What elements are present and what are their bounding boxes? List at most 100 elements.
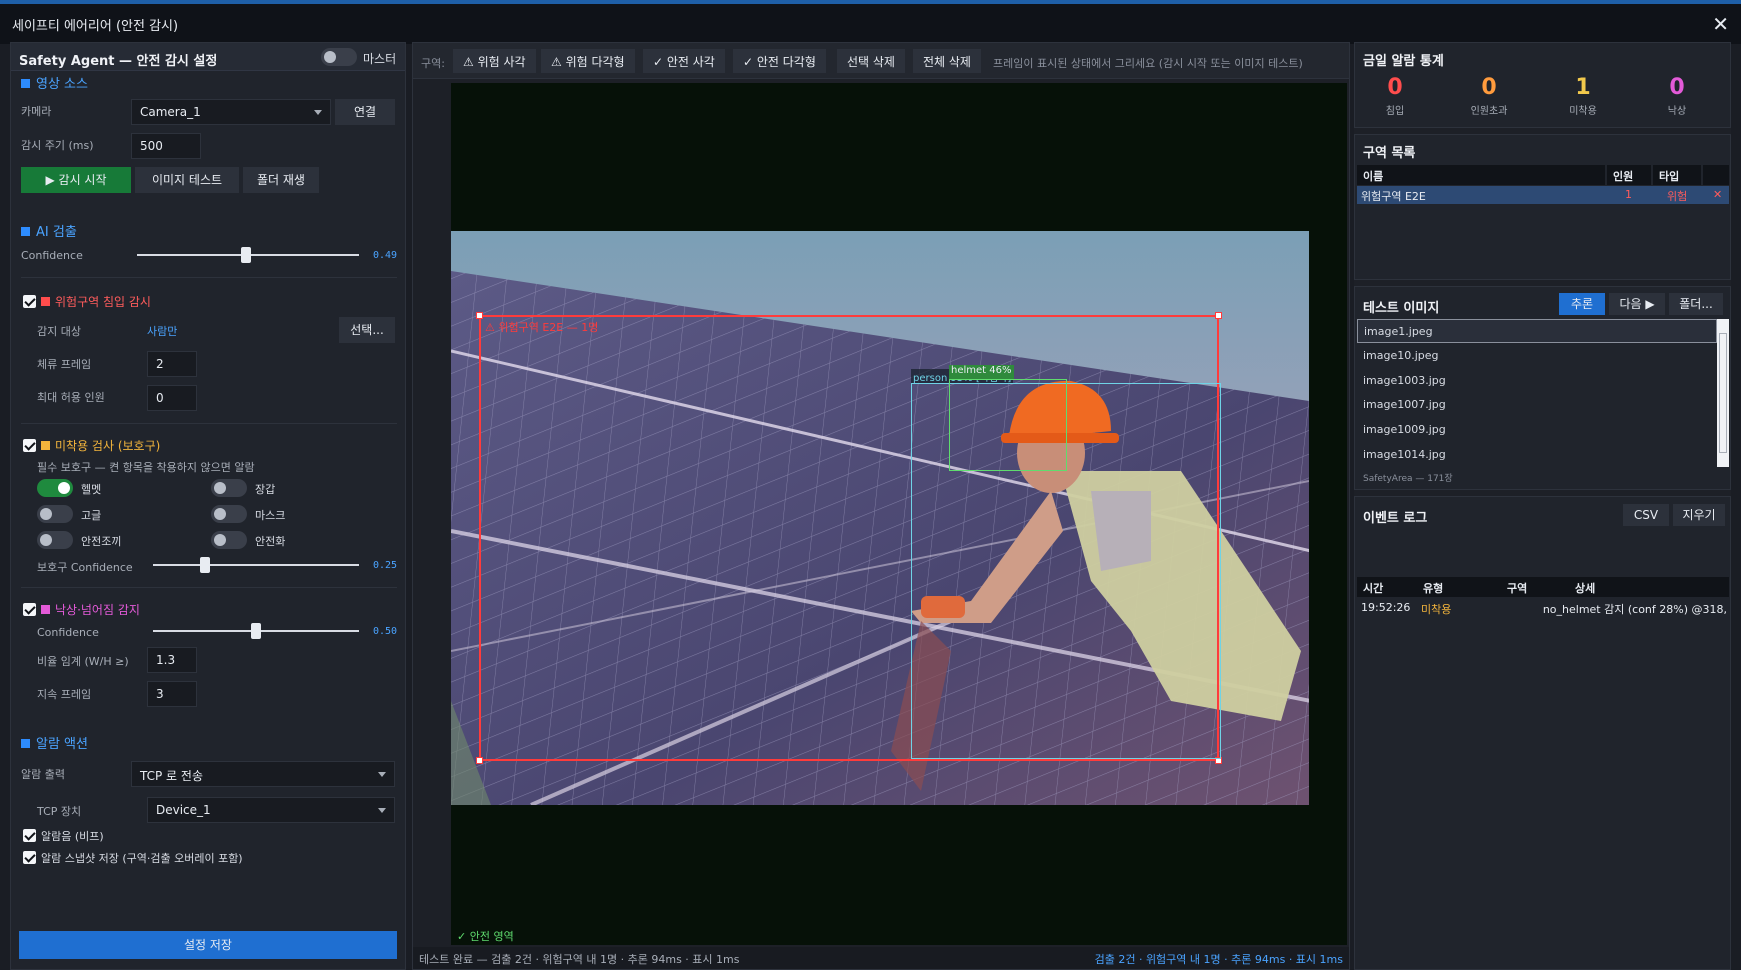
test-images-title: 테스트 이미지	[1363, 301, 1440, 316]
table-row[interactable]: 19:52:26 미착용 no_helmet 감지 (conf 28%) @31…	[1357, 599, 1729, 617]
alarm-output-label: 알람 출력	[21, 768, 65, 781]
stat-caption: 미착용	[1569, 106, 1597, 117]
ppe-toggle-5[interactable]	[211, 531, 247, 549]
file-item[interactable]: image1003.jpg	[1357, 369, 1717, 393]
safe-polygon-button[interactable]: ✓ 안전 다각형	[733, 49, 826, 73]
column-header: 유형	[1417, 577, 1501, 597]
ai-confidence-slider[interactable]	[137, 247, 359, 263]
camera-select[interactable]: Camera_1	[131, 99, 331, 125]
start-monitor-button[interactable]: ▶ 감시 시작	[21, 167, 131, 193]
save-settings-button[interactable]: 설정 저장	[19, 931, 397, 959]
video-canvas[interactable]: ⚠ 위험구역 E2E — 1명 person 95% [작업자] helmet …	[451, 83, 1347, 945]
choose-folder-button[interactable]: 폴더...	[1669, 293, 1723, 315]
stay-frames-input[interactable]: 2	[147, 351, 197, 377]
scrollbar-thumb[interactable]	[1719, 333, 1727, 453]
preview-panel: 구역: ⚠ 위험 사각 ⚠ 위험 다각형 ✓ 안전 사각 ✓ 안전 다각형 선택…	[412, 42, 1350, 970]
safe-rect-button[interactable]: ✓ 안전 사각	[643, 49, 725, 73]
stay-frames-label: 체류 프레임	[37, 358, 92, 371]
zone-label: 구역:	[421, 57, 445, 70]
ratio-label: 비율 임계 (W/H ≥)	[37, 655, 129, 668]
fall-title: 낙상·넘어짐 감지	[41, 601, 140, 618]
infer-button[interactable]: 추론	[1559, 293, 1605, 315]
snapshot-label: 알람 스냅샷 저장 (구역·검출 오버레이 포함)	[41, 852, 243, 865]
stat-no-ppe: 1 미착용	[1543, 75, 1623, 117]
slider-thumb[interactable]	[199, 557, 210, 573]
zone-handle[interactable]	[476, 757, 483, 764]
beep-checkbox[interactable]	[23, 829, 36, 842]
ppe-toggle-3[interactable]	[211, 505, 247, 523]
ppe-toggle-1[interactable]	[211, 479, 247, 497]
export-csv-button[interactable]: CSV	[1623, 504, 1669, 526]
zone-handle[interactable]	[1215, 312, 1222, 319]
fall-confidence-slider[interactable]	[153, 623, 359, 639]
slider-thumb[interactable]	[251, 623, 261, 639]
delete-all-button[interactable]: 전체 삭제	[913, 49, 981, 73]
column-header: 시간	[1357, 577, 1417, 597]
zone-intrusion-checkbox[interactable]	[23, 295, 36, 308]
file-item[interactable]: image10.jpeg	[1357, 344, 1717, 368]
persist-frames-input[interactable]: 3	[147, 681, 197, 707]
settings-panel: Safety Agent — 안전 감시 설정 마스터 영상 소스 카메라 Ca…	[10, 42, 406, 970]
ppe-title: 미착용 검사 (보호구)	[41, 437, 160, 454]
ppe-checkbox[interactable]	[23, 439, 36, 452]
tcp-device-label: TCP 장치	[37, 805, 82, 818]
detect-target-label: 감지 대상	[37, 325, 81, 338]
connect-button[interactable]: 연결	[335, 99, 395, 125]
fall-checkbox[interactable]	[23, 603, 36, 616]
snapshot-checkbox[interactable]	[23, 851, 36, 864]
settings-header: Safety Agent — 안전 감시 설정 마스터	[11, 43, 405, 71]
ppe-confidence-value: 0.25	[373, 560, 398, 571]
tcp-device-select[interactable]: Device_1	[147, 797, 395, 823]
delete-zone-icon[interactable]: ✕	[1713, 188, 1722, 201]
image-count-footer: SafetyArea — 171장	[1363, 474, 1453, 484]
table-row[interactable]: 위험구역 E2E 1 위험 ✕	[1357, 186, 1729, 204]
camera-label: 카메라	[21, 105, 52, 118]
section-ai-detection: AI 검출	[21, 221, 77, 240]
delete-selected-button[interactable]: 선택 삭제	[837, 49, 905, 73]
interval-input[interactable]: 500	[131, 133, 201, 159]
section-marker-icon	[41, 297, 50, 306]
file-list-scrollbar[interactable]	[1717, 319, 1729, 467]
master-toggle[interactable]	[321, 48, 357, 66]
section-alarm-action: 알람 액션	[21, 733, 88, 752]
alarm-output-select[interactable]: TCP 로 전송	[131, 761, 395, 787]
next-image-button[interactable]: 다음 ▶	[1609, 293, 1665, 315]
column-header: 상세	[1569, 577, 1729, 597]
clear-log-button[interactable]: 지우기	[1673, 504, 1725, 526]
max-people-label: 최대 허용 인원	[37, 391, 105, 404]
right-panel: 금일 알람 통계 0 침입 0 인원초과 1 미착용 0 낙상 구역 목록 이름 인원 …	[1354, 42, 1731, 970]
file-item[interactable]: image1014.jpg	[1357, 443, 1717, 467]
chevron-down-icon	[378, 808, 386, 813]
zone-handle[interactable]	[476, 312, 483, 319]
target-select-button[interactable]: 선택...	[339, 317, 395, 343]
folder-play-button[interactable]: 폴더 재생	[243, 167, 319, 193]
ppe-toggle-2[interactable]	[37, 505, 73, 523]
ppe-toggle-0[interactable]	[37, 479, 73, 497]
file-item[interactable]: image1007.jpg	[1357, 393, 1717, 417]
ppe-toggle-4[interactable]	[37, 531, 73, 549]
ratio-input[interactable]: 1.3	[147, 647, 197, 673]
image-test-button[interactable]: 이미지 테스트	[135, 167, 239, 193]
stat-caption: 침입	[1385, 106, 1405, 117]
file-item[interactable]: image1009.jpg	[1357, 418, 1717, 442]
stat-count: 1	[1575, 75, 1591, 100]
chevron-down-icon	[314, 110, 322, 115]
interval-label: 감시 주기 (ms)	[21, 139, 94, 152]
helmet-box	[949, 379, 1067, 471]
ppe-confidence-slider[interactable]	[153, 557, 359, 573]
event-log-card: 이벤트 로그 CSV 지우기 시간 유형 구역 상세 19:52:26 미착용 …	[1354, 496, 1731, 970]
column-header: 이름	[1357, 165, 1605, 185]
event-type: 미착용	[1421, 603, 1452, 616]
slider-thumb[interactable]	[240, 247, 251, 263]
danger-polygon-button[interactable]: ⚠ 위험 다각형	[541, 49, 635, 73]
draw-hint: 프레임이 표시된 상태에서 그리세요 (감시 시작 또는 이미지 테스트)	[993, 57, 1303, 70]
close-icon[interactable]: ✕	[1712, 12, 1729, 36]
persist-frames-label: 지속 프레임	[37, 688, 92, 701]
ppe-description: 필수 보호구 — 켠 항목을 착용하지 않으면 알람	[37, 461, 255, 474]
danger-rect-button[interactable]: ⚠ 위험 사각	[453, 49, 536, 73]
file-item[interactable]: image1.jpeg	[1357, 319, 1717, 343]
ai-confidence-label: Confidence	[21, 249, 83, 262]
max-people-input[interactable]: 0	[147, 385, 197, 411]
zone-type: 위험	[1667, 190, 1688, 203]
divider	[21, 277, 397, 278]
